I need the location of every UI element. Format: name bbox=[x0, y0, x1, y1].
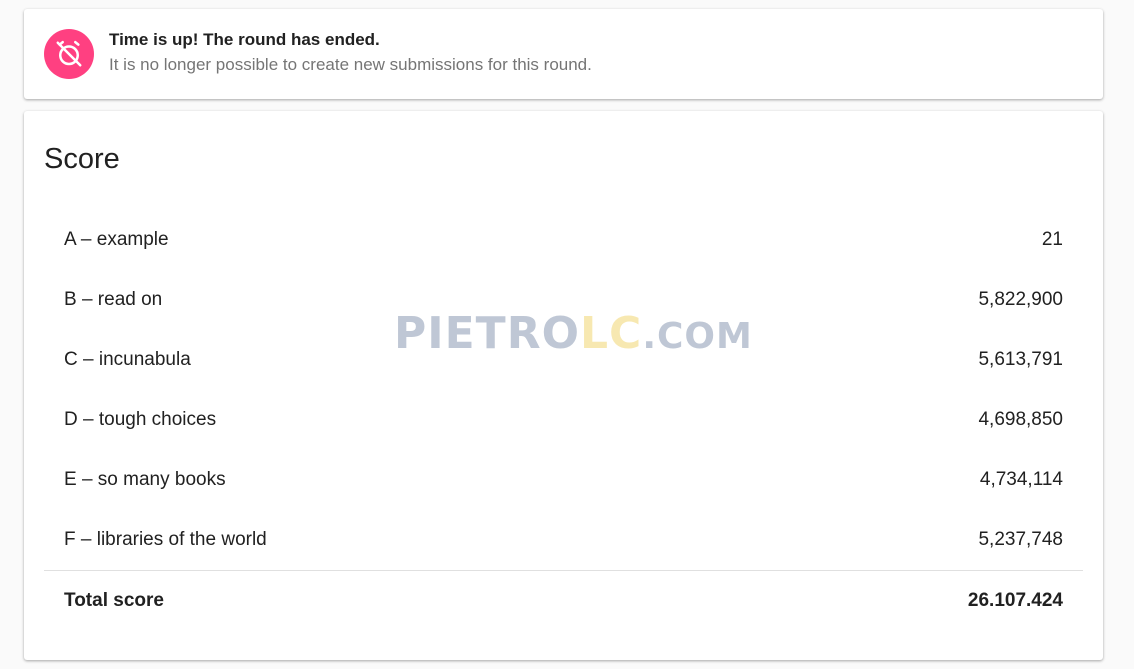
score-row: C – incunabula 5,613,791 bbox=[44, 330, 1083, 390]
notice-title: Time is up! The round has ended. bbox=[109, 30, 380, 49]
score-card: Score A – example 21 B – read on 5,822,9… bbox=[24, 111, 1103, 660]
notice-text: It is no longer possible to create new s… bbox=[109, 55, 592, 74]
task-score: 5,822,900 bbox=[978, 289, 1063, 310]
task-label: F – libraries of the world bbox=[64, 529, 267, 550]
task-score: 5,613,791 bbox=[978, 349, 1063, 370]
task-score: 4,734,114 bbox=[979, 469, 1063, 490]
task-score: 5,237,748 bbox=[978, 529, 1063, 550]
task-score: 21 bbox=[1041, 229, 1063, 250]
score-title: Score bbox=[44, 143, 120, 175]
task-label: B – read on bbox=[64, 289, 163, 310]
score-row: B – read on 5,822,900 bbox=[44, 270, 1083, 330]
total-score-row: Total score 26.107.424 bbox=[44, 571, 1083, 631]
total-score-label: Total score bbox=[64, 590, 164, 611]
round-ended-notice: Time is up! The round has ended. It is n… bbox=[24, 9, 1103, 99]
score-row: E – so many books 4,734,114 bbox=[44, 450, 1083, 510]
task-label: E – so many books bbox=[64, 469, 226, 490]
task-score: 4,698,850 bbox=[978, 409, 1063, 430]
alarm-off-icon bbox=[44, 29, 94, 79]
task-label: A – example bbox=[64, 229, 169, 250]
total-score-value: 26.107.424 bbox=[967, 590, 1063, 611]
task-label: C – incunabula bbox=[64, 349, 191, 370]
task-label: D – tough choices bbox=[64, 409, 217, 430]
score-row: D – tough choices 4,698,850 bbox=[44, 390, 1083, 450]
score-row: A – example 21 bbox=[44, 210, 1083, 270]
score-row: F – libraries of the world 5,237,748 bbox=[44, 510, 1083, 570]
